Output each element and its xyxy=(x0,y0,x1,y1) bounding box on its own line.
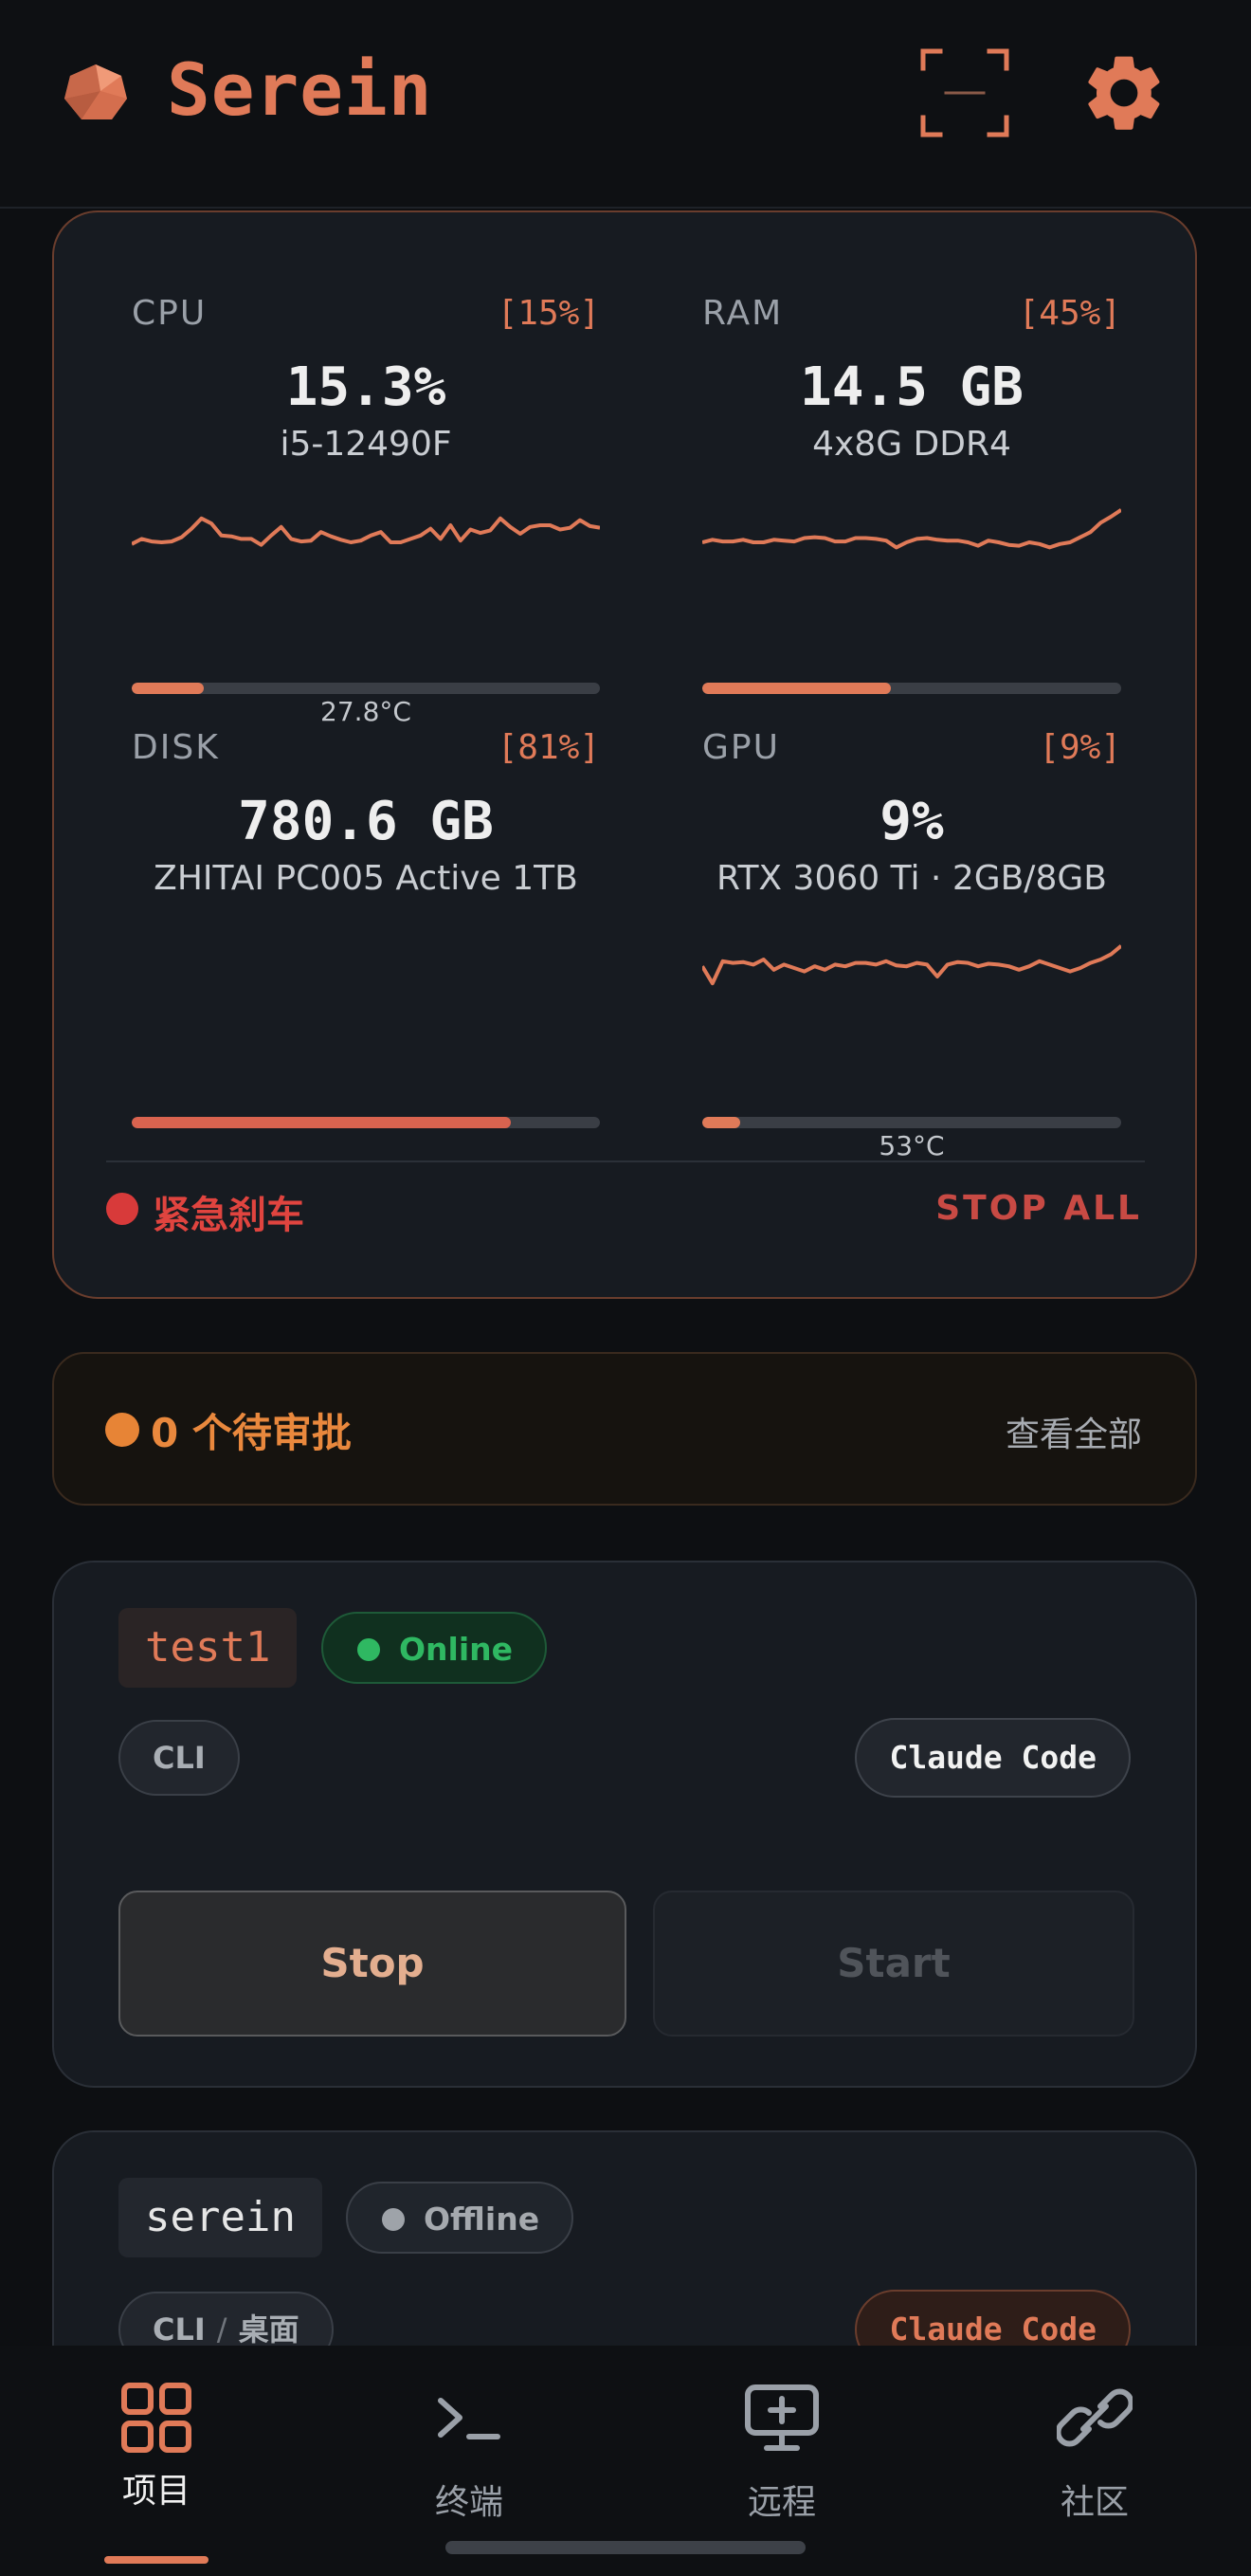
sparkline-series xyxy=(132,519,600,545)
mode-label: CLI xyxy=(153,2311,206,2348)
agent-chip[interactable]: Claude Code xyxy=(855,1718,1131,1798)
disk-value: 780.6 GB xyxy=(238,791,494,852)
status-label: Offline xyxy=(424,2201,540,2238)
scan-button[interactable] xyxy=(917,46,1012,140)
gpu-model: RTX 3060 Ti · 2GB/8GB xyxy=(716,859,1107,898)
view-all-link[interactable]: 查看全部 xyxy=(1006,1407,1142,1456)
cpu-sparkline xyxy=(132,491,600,576)
nav-item-projects[interactable]: 项目 xyxy=(0,2346,313,2576)
sparkline-series xyxy=(702,946,1121,984)
nav-label: 终端 xyxy=(434,2483,503,2522)
gpu-metric: GPU [9%] 9% RTX 3060 Ti · 2GB/8GB 53°C xyxy=(702,728,1121,1161)
cpu-label: CPU xyxy=(132,294,208,333)
mode-extra-label: 桌面 xyxy=(238,2311,299,2348)
cpu-percent-badge: [15%] xyxy=(497,294,600,333)
gpu-value: 9% xyxy=(879,791,944,852)
nav-active-indicator xyxy=(104,2556,208,2564)
disk-model: ZHITAI PC005 Active 1TB xyxy=(154,859,578,898)
project-name: test1 xyxy=(118,1608,298,1688)
emergency-brake-label[interactable]: 紧急刹车 xyxy=(153,1184,304,1239)
ram-model: 4x8G DDR4 xyxy=(812,425,1011,464)
ram-label: RAM xyxy=(702,294,784,333)
gem-logo-icon xyxy=(64,64,127,119)
stop-all-button[interactable]: STOP ALL xyxy=(935,1189,1142,1228)
status-badge: Online xyxy=(321,1612,548,1684)
ram-metric: RAM [45%] 14.5 GB 4x8G DDR4 xyxy=(702,294,1121,694)
app-header: Serein xyxy=(0,0,1251,209)
terminal-icon xyxy=(438,2398,500,2439)
project-name: serein xyxy=(118,2178,322,2257)
disk-metric: DISK [81%] 780.6 GB ZHITAI PC005 Active … xyxy=(132,728,600,1128)
scan-icon xyxy=(920,48,1009,137)
cpu-usage-bar xyxy=(132,683,600,694)
gpu-sparkline xyxy=(702,925,1121,1011)
app-title: Serein xyxy=(167,47,433,132)
gpu-usage-bar xyxy=(702,1117,1121,1128)
pending-approvals-count: 0 个待审批 xyxy=(151,1410,352,1456)
status-label: Online xyxy=(399,1631,514,1668)
mode-label: CLI xyxy=(153,1740,206,1776)
mode-chip: CLI xyxy=(118,1720,240,1796)
emergency-brake-indicator xyxy=(106,1193,138,1225)
gpu-percent-badge: [9%] xyxy=(1039,728,1121,767)
pending-approvals-indicator xyxy=(105,1413,139,1447)
remote-desktop-icon xyxy=(745,2384,819,2451)
sparkline-series xyxy=(702,510,1121,548)
nav-label: 远程 xyxy=(747,2483,816,2522)
status-dot xyxy=(382,2208,405,2231)
cpu-value: 15.3% xyxy=(285,356,446,418)
monitor-divider xyxy=(106,1160,1145,1162)
settings-button[interactable] xyxy=(1079,47,1169,138)
ram-usage-bar xyxy=(702,683,1121,694)
nav-item-community[interactable]: 社区 xyxy=(938,2346,1251,2576)
disk-usage-bar xyxy=(132,1117,600,1128)
status-badge: Offline xyxy=(346,2182,574,2254)
gpu-temperature: 53°C xyxy=(879,1130,945,1161)
disk-usage-fill xyxy=(132,1117,512,1128)
gpu-label: GPU xyxy=(702,728,780,767)
nav-label: 项目 xyxy=(121,2472,190,2511)
nav-label: 社区 xyxy=(1060,2483,1129,2522)
mode-separator: / xyxy=(216,2311,227,2348)
home-indicator xyxy=(445,2541,806,2554)
status-dot xyxy=(357,1638,380,1661)
project-card: test1 Online CLI Claude Code Stop Start xyxy=(52,1561,1197,2088)
cpu-model: i5-12490F xyxy=(280,425,452,464)
disk-label: DISK xyxy=(132,728,220,767)
stop-button[interactable]: Stop xyxy=(118,1891,626,2037)
ram-percent-badge: [45%] xyxy=(1018,294,1121,333)
pending-approvals-card[interactable]: 0 个待审批 查看全部 xyxy=(52,1352,1197,1506)
link-icon xyxy=(1057,2388,1133,2447)
ram-value: 14.5 GB xyxy=(799,356,1024,418)
gpu-usage-fill xyxy=(702,1117,740,1128)
cpu-metric: CPU [15%] 15.3% i5-12490F 27.8°C xyxy=(132,294,600,727)
disk-percent-badge: [81%] xyxy=(497,728,600,767)
start-button[interactable]: Start xyxy=(653,1891,1134,2037)
cpu-temperature: 27.8°C xyxy=(320,696,411,727)
system-monitor-card: CPU [15%] 15.3% i5-12490F 27.8°C RAM [45… xyxy=(52,210,1197,1299)
ram-sparkline xyxy=(702,491,1121,576)
gear-icon xyxy=(1088,56,1160,130)
cpu-usage-fill xyxy=(132,683,204,694)
grid-icon xyxy=(121,2383,191,2453)
ram-usage-fill xyxy=(702,683,891,694)
